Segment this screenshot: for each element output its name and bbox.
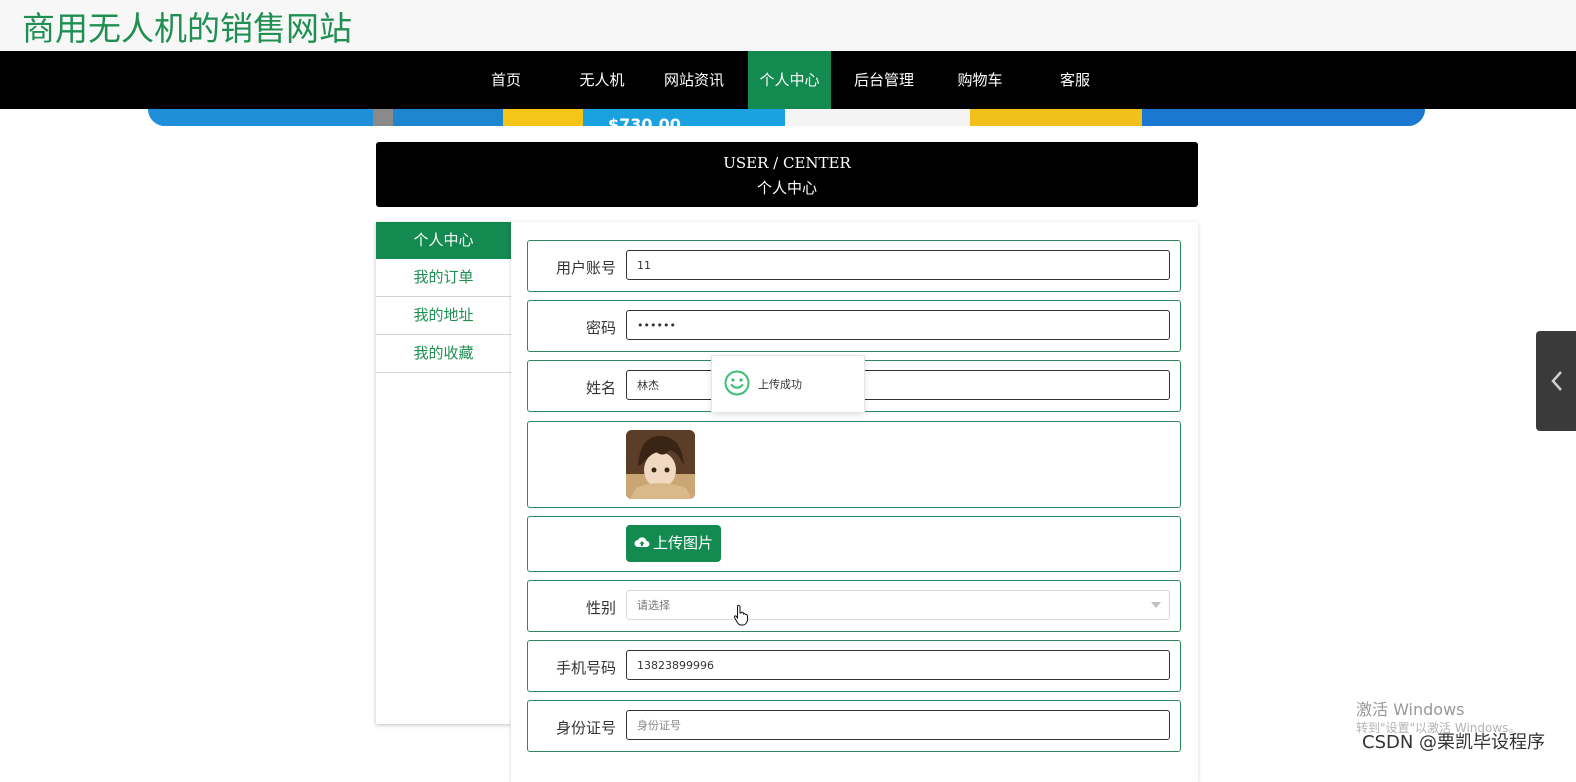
nav-item-user-center[interactable]: 个人中心 <box>748 51 831 109</box>
nav-item-drones[interactable]: 无人机 <box>566 51 638 109</box>
user-center-header: USER / CENTER 个人中心 <box>376 142 1198 207</box>
sidebar-item-addresses[interactable]: 我的地址 <box>376 297 511 335</box>
smile-icon <box>724 370 750 400</box>
form-row-avatar <box>527 421 1181 508</box>
site-header: 商用无人机的销售网站 <box>0 0 1576 51</box>
phone-label: 手机号码 <box>555 659 616 677</box>
gender-select-placeholder: 请选择 <box>637 599 670 612</box>
form-row-gender: 性别 请选择 <box>527 580 1181 632</box>
form-row-upload: 上传图片 <box>527 516 1181 572</box>
form-row-account: 用户账号 11 <box>527 240 1181 292</box>
password-label: 密码 <box>585 319 616 337</box>
chevron-down-icon <box>1151 602 1161 608</box>
phone-input[interactable]: 13823899996 <box>626 650 1170 680</box>
form-row-password: 密码 •••••• <box>527 300 1181 352</box>
idcard-label: 身份证号 <box>555 719 616 737</box>
idcard-input[interactable]: 身份证号 <box>626 710 1170 740</box>
nav-item-home[interactable]: 首页 <box>471 51 541 109</box>
site-title[interactable]: 商用无人机的销售网站 <box>22 2 352 50</box>
avatar-image[interactable] <box>626 430 695 499</box>
name-label: 姓名 <box>585 379 616 397</box>
account-label: 用户账号 <box>555 259 616 277</box>
side-collapse-tab[interactable] <box>1536 331 1576 431</box>
gender-label: 性别 <box>585 599 616 617</box>
csdn-credit: CSDN @栗凯毕设程序 <box>1362 732 1546 753</box>
gender-select[interactable]: 请选择 <box>626 590 1170 620</box>
name-input[interactable]: 林杰 <box>626 370 1170 400</box>
upload-success-toast: 上传成功 <box>711 355 865 413</box>
windows-activation-watermark: 激活 Windows <box>1356 700 1465 719</box>
password-input[interactable]: •••••• <box>626 310 1170 340</box>
nav-item-admin[interactable]: 后台管理 <box>845 51 923 109</box>
form-row-phone: 手机号码 13823899996 <box>527 640 1181 692</box>
banner-price-fragment: $730.00 <box>608 115 681 126</box>
user-sidebar: 个人中心 我的订单 我的地址 我的收藏 <box>376 222 511 724</box>
main-nav: 首页 无人机 网站资讯 个人中心 后台管理 购物车 客服 <box>0 51 1576 109</box>
nav-item-cart[interactable]: 购物车 <box>945 51 1015 109</box>
banner-carousel[interactable]: $730.00 <box>148 109 1425 126</box>
sidebar-item-favorites[interactable]: 我的收藏 <box>376 335 511 373</box>
form-row-idcard: 身份证号 身份证号 <box>527 700 1181 752</box>
user-center-title-en: USER / CENTER <box>723 154 851 172</box>
toast-text: 上传成功 <box>758 378 802 391</box>
nav-item-service[interactable]: 客服 <box>1045 51 1105 109</box>
sidebar-item-user-center[interactable]: 个人中心 <box>376 222 511 259</box>
nav-item-news[interactable]: 网站资讯 <box>655 51 733 109</box>
upload-image-button[interactable]: 上传图片 <box>626 525 721 562</box>
user-center-title-cn: 个人中心 <box>756 179 817 197</box>
account-input[interactable]: 11 <box>626 250 1170 280</box>
sidebar-item-orders[interactable]: 我的订单 <box>376 259 511 297</box>
upload-image-label: 上传图片 <box>652 534 713 552</box>
cloud-upload-icon <box>634 525 650 562</box>
pointer-cursor-icon <box>733 604 749 630</box>
